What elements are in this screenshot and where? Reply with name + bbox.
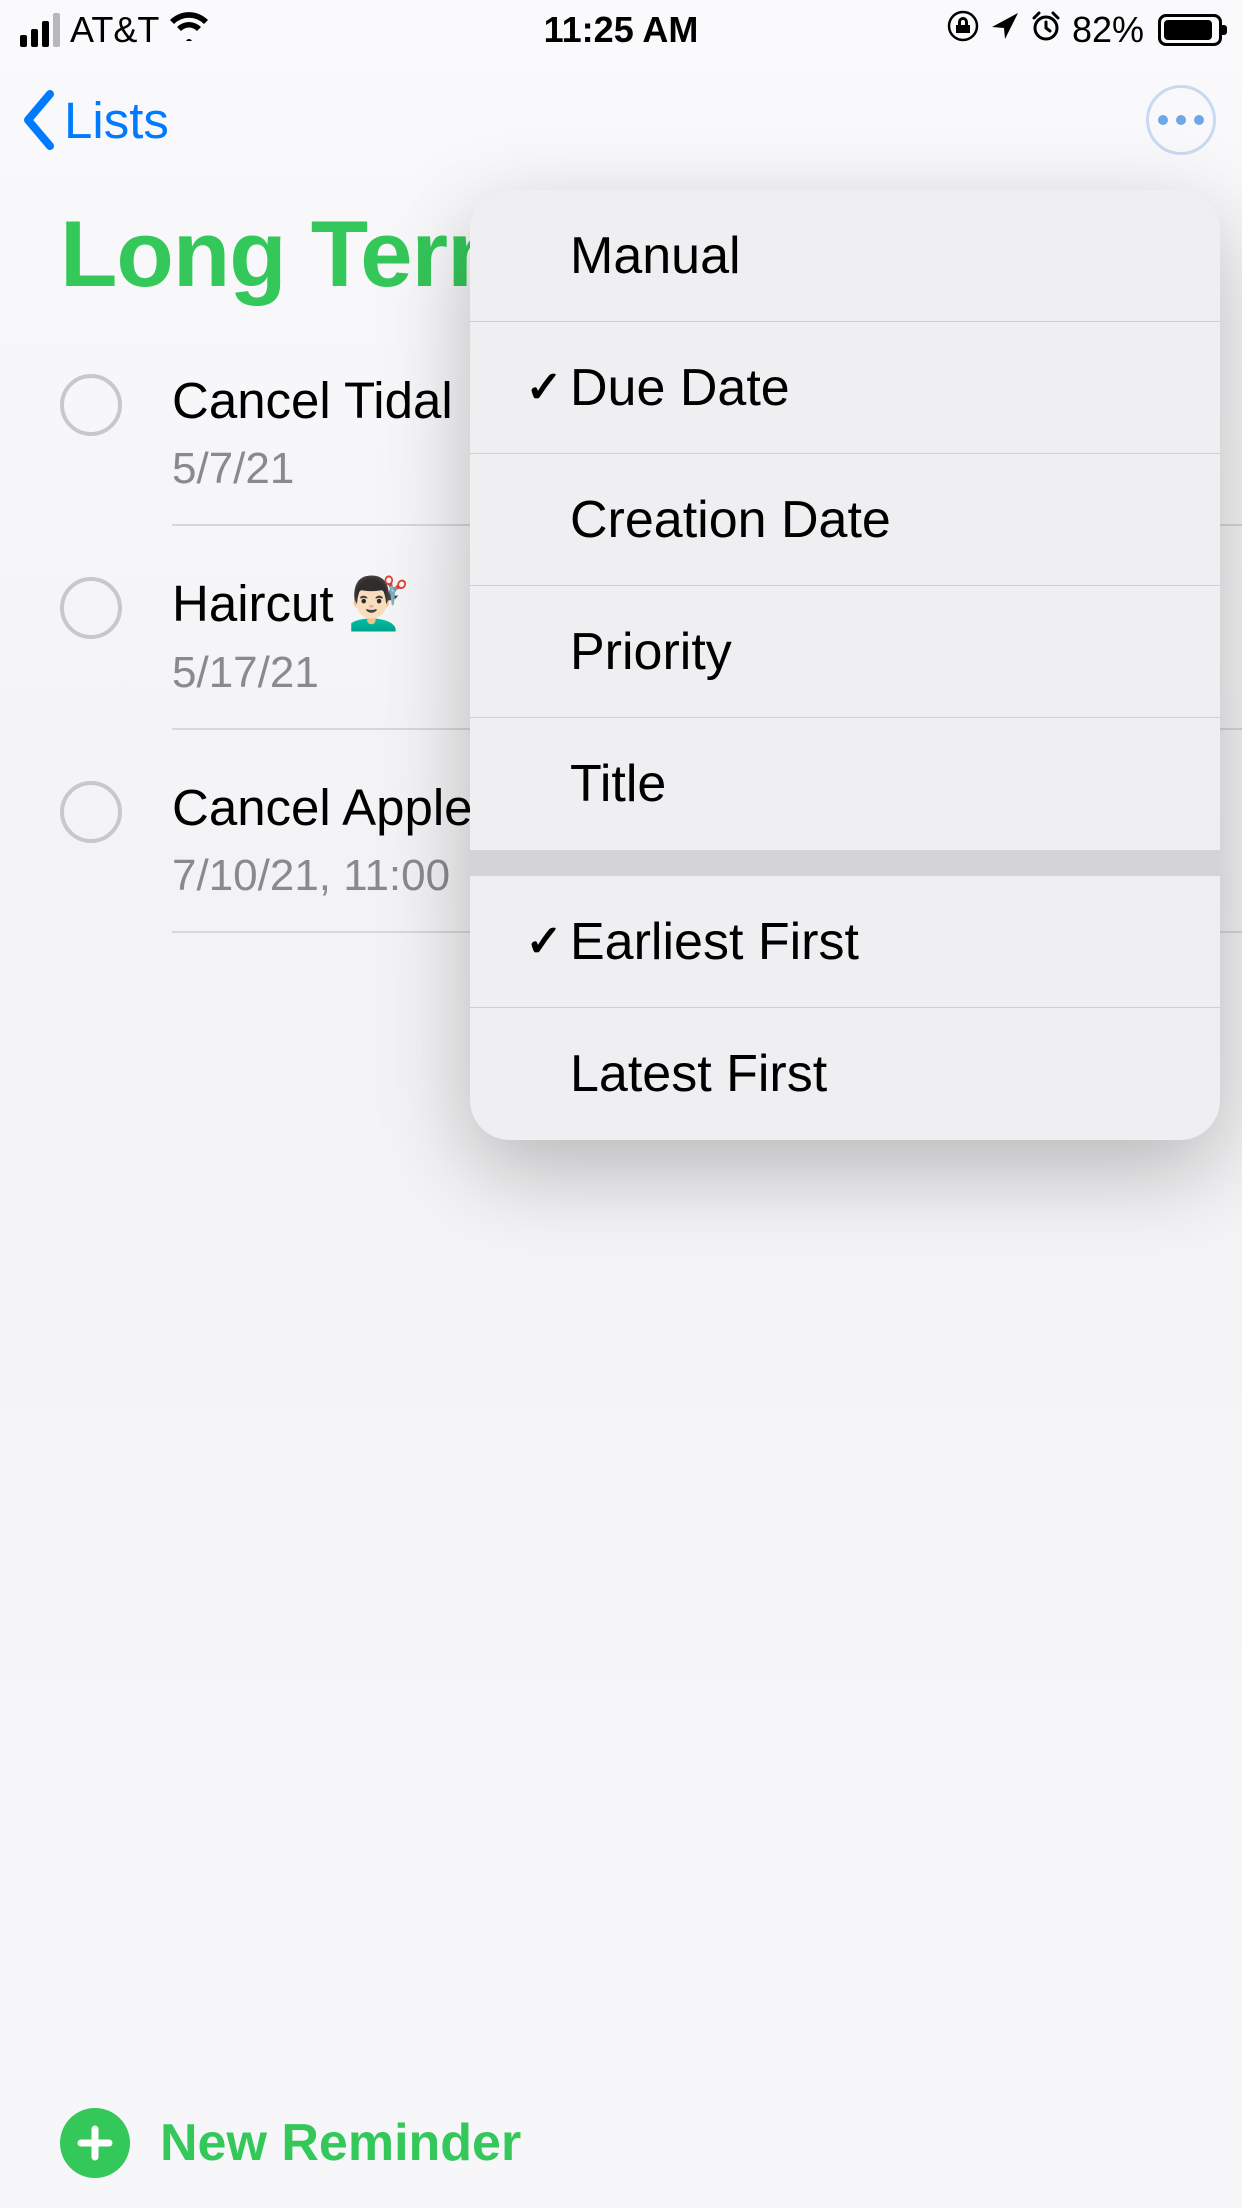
chevron-left-icon: [20, 88, 60, 152]
wifi-icon: [169, 11, 209, 50]
nav-bar: Lists: [0, 60, 1242, 180]
menu-label: Creation Date: [570, 490, 1220, 550]
location-icon: [990, 11, 1020, 49]
clock: 11:25 AM: [380, 9, 862, 51]
more-button[interactable]: [1146, 85, 1216, 155]
order-option-earliest[interactable]: ✓ Earliest First: [470, 876, 1220, 1008]
menu-label: Title: [570, 754, 1220, 814]
sort-option-due-date[interactable]: ✓ Due Date: [470, 322, 1220, 454]
screen: AT&T 11:25 AM 82% Lists: [0, 0, 1242, 2208]
bottom-toolbar: New Reminder: [0, 2078, 1242, 2208]
checkmark-icon: ✓: [518, 362, 570, 413]
order-option-latest[interactable]: Latest First: [470, 1008, 1220, 1140]
sort-popover: Manual ✓ Due Date Creation Date Priority…: [470, 190, 1220, 1140]
status-right: 82%: [862, 9, 1222, 51]
back-label: Lists: [64, 91, 169, 150]
complete-toggle[interactable]: [60, 374, 122, 436]
sort-order-section: ✓ Earliest First Latest First: [470, 876, 1220, 1140]
complete-toggle[interactable]: [60, 577, 122, 639]
sort-option-title[interactable]: Title: [470, 718, 1220, 850]
battery-percent: 82%: [1072, 9, 1144, 51]
carrier-label: AT&T: [70, 9, 159, 51]
sort-by-section: Manual ✓ Due Date Creation Date Priority…: [470, 190, 1220, 850]
menu-divider: [470, 850, 1220, 876]
menu-label: Earliest First: [570, 912, 1220, 972]
menu-label: Latest First: [570, 1044, 1220, 1104]
checkmark-icon: ✓: [518, 916, 570, 967]
status-bar: AT&T 11:25 AM 82%: [0, 0, 1242, 60]
signal-icon: [20, 13, 60, 47]
sort-option-priority[interactable]: Priority: [470, 586, 1220, 718]
status-left: AT&T: [20, 9, 380, 51]
sort-option-manual[interactable]: Manual: [470, 190, 1220, 322]
battery-icon: [1158, 14, 1222, 46]
new-reminder-label[interactable]: New Reminder: [160, 2113, 521, 2173]
back-button[interactable]: Lists: [20, 88, 169, 152]
sort-option-creation-date[interactable]: Creation Date: [470, 454, 1220, 586]
menu-label: Due Date: [570, 358, 1220, 418]
menu-label: Manual: [570, 226, 1220, 286]
plus-icon: [75, 2123, 115, 2163]
alarm-icon: [1030, 10, 1062, 50]
menu-label: Priority: [570, 622, 1220, 682]
add-reminder-button[interactable]: [60, 2108, 130, 2178]
rotation-lock-icon: [946, 9, 980, 51]
ellipsis-icon: [1158, 115, 1204, 125]
complete-toggle[interactable]: [60, 781, 122, 843]
